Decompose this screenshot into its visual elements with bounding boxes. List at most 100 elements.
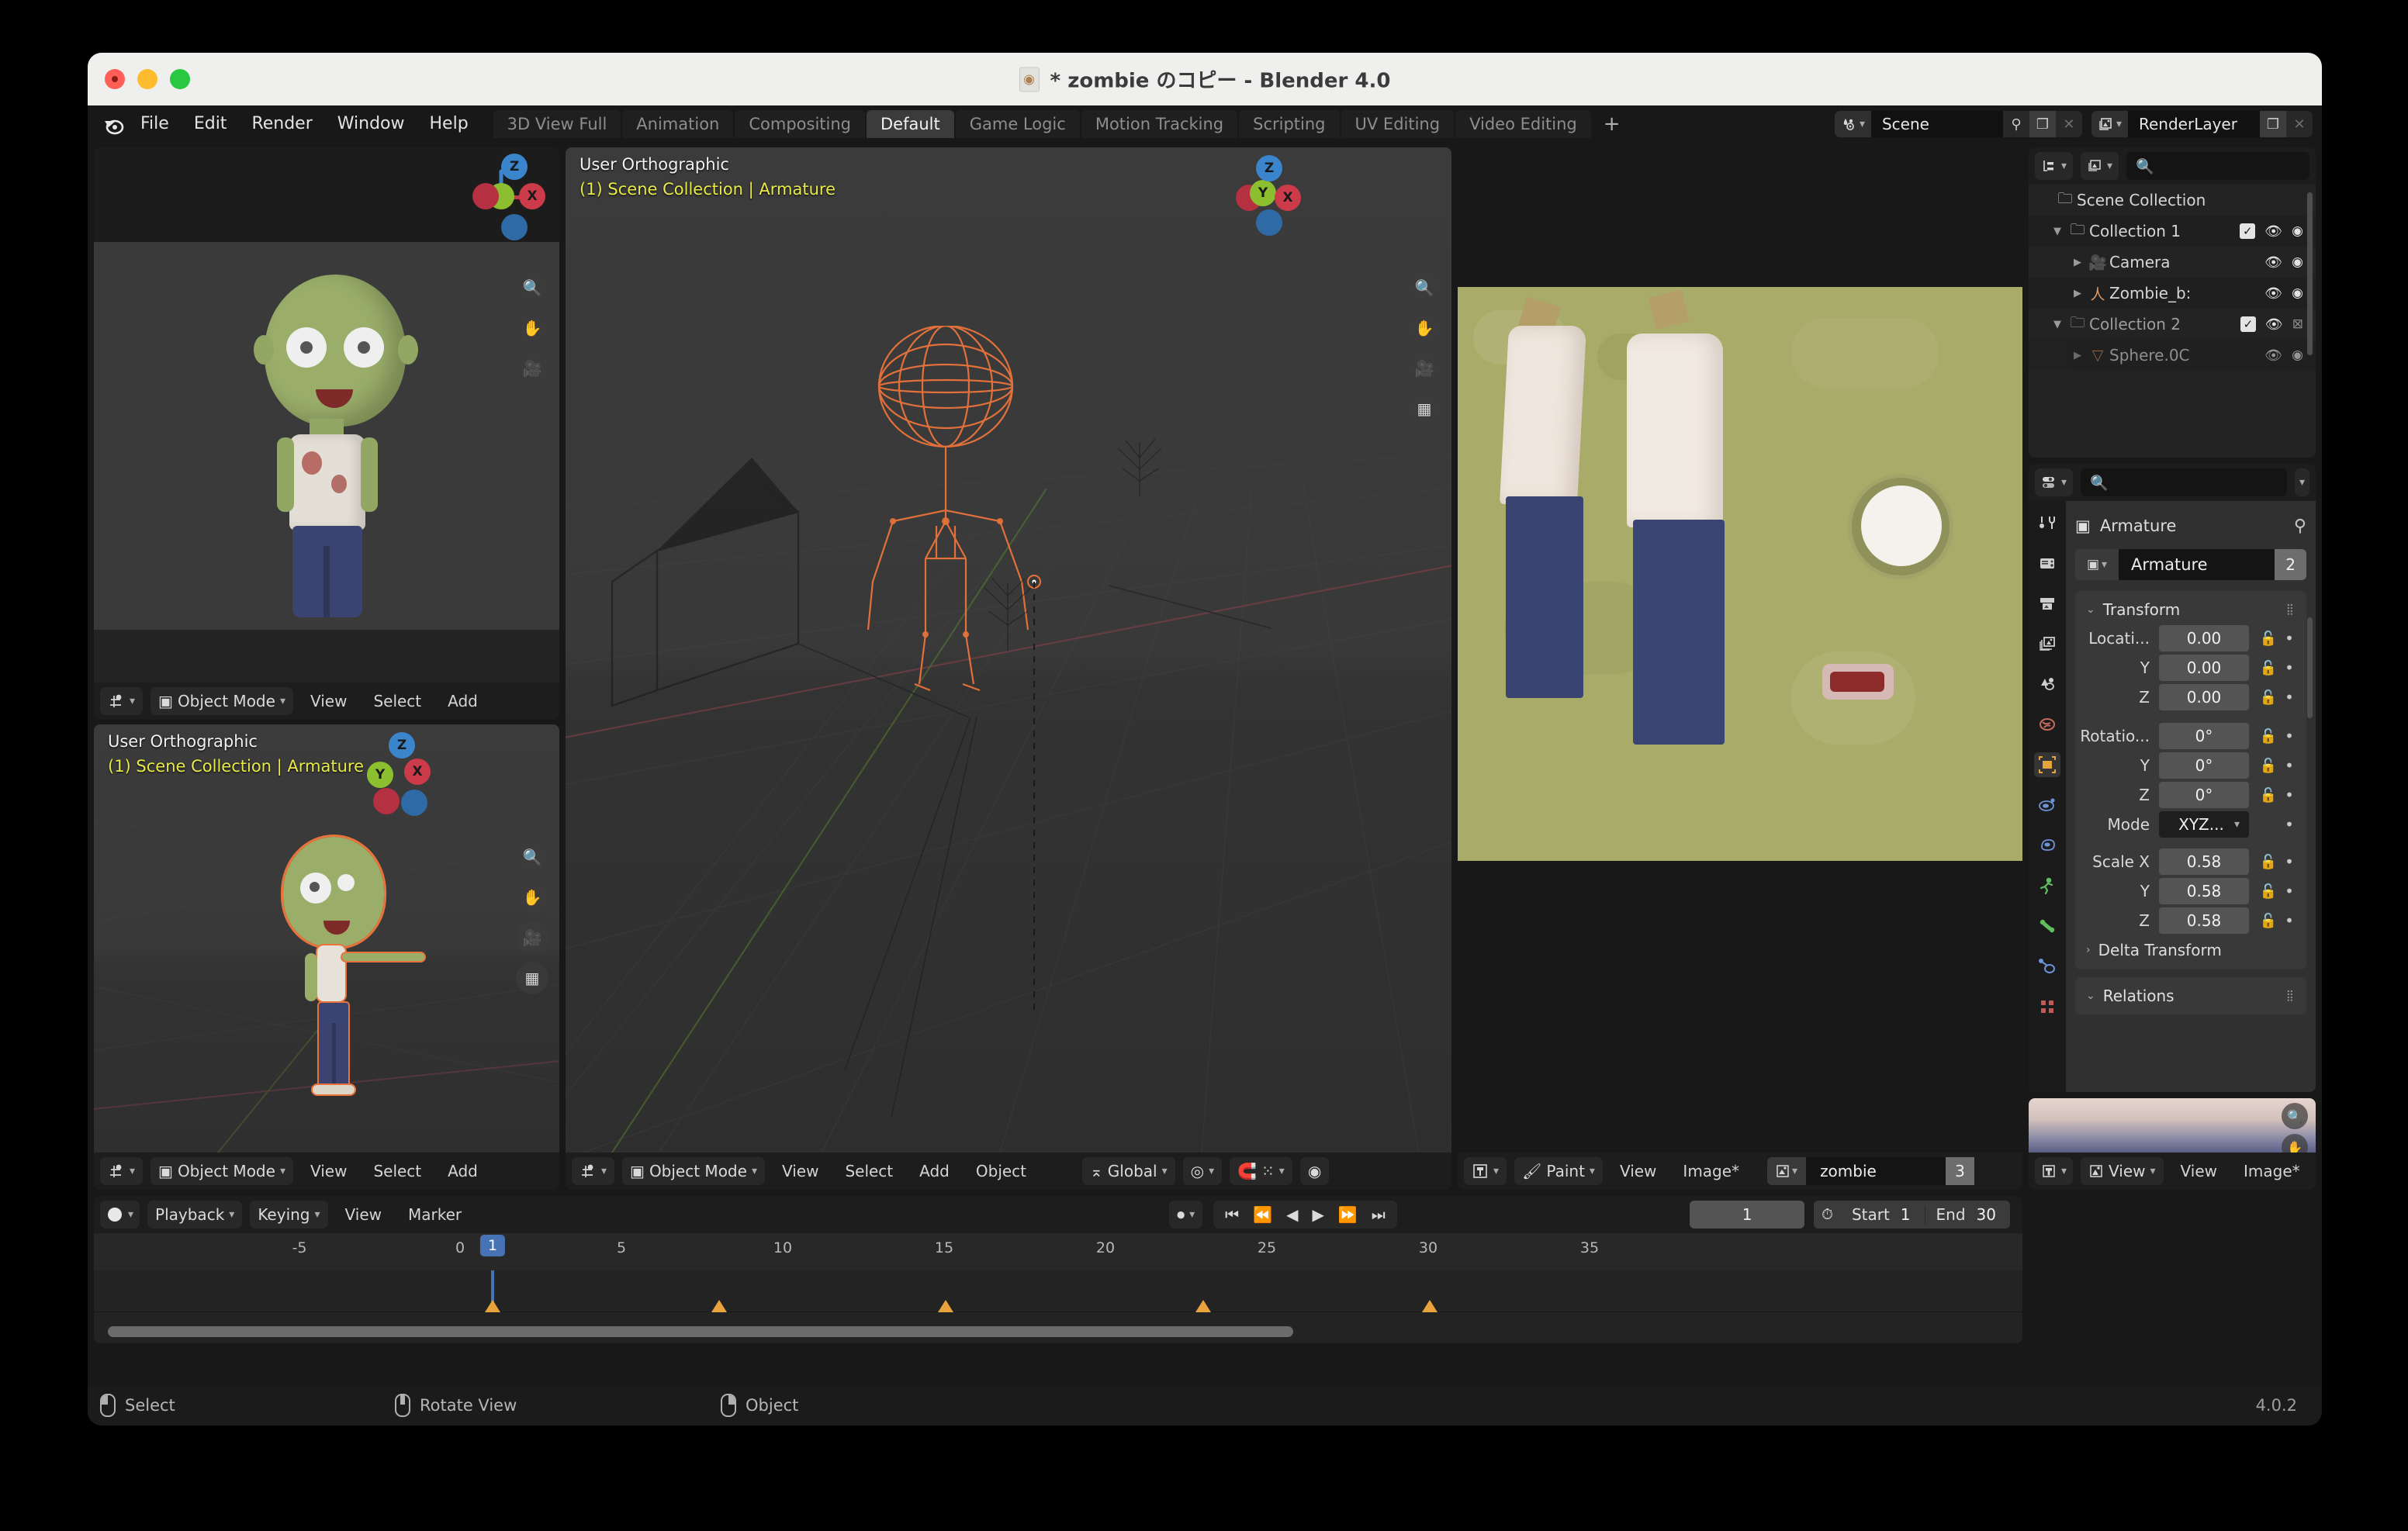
zoom-view-icon-main[interactable]: 🔍 xyxy=(1408,271,1441,304)
viewport-main-canvas[interactable]: User Orthographic (1) Scene Collection |… xyxy=(566,147,1451,1190)
properties-tab-view-layer[interactable] xyxy=(2034,631,2060,656)
properties-content[interactable]: ▣ Armature ⚲ ▣▾ Armature 2 ⌄ Transform xyxy=(2066,501,2316,1092)
editor-type-button-top-left[interactable]: ▾ xyxy=(100,687,143,715)
gizmo-axis-z-main[interactable]: Z xyxy=(1256,155,1282,181)
timeline-keying-menu[interactable]: Keying ▾ xyxy=(250,1201,327,1229)
jump-to-start-icon[interactable]: ⏮ xyxy=(1218,1205,1246,1224)
keyframe-marker-1[interactable] xyxy=(485,1300,500,1312)
properties-tab-object[interactable] xyxy=(2034,752,2060,777)
animate-dot-scale-z[interactable]: • xyxy=(2280,911,2299,930)
properties-tab-object-data[interactable] xyxy=(2034,914,2060,938)
viewlayer-duplicate-icon[interactable]: ❐ xyxy=(2260,111,2286,137)
viewport-bottom-left[interactable]: User Orthographic (1) Scene Collection |… xyxy=(94,724,559,1190)
gizmo-axis-neg-z[interactable] xyxy=(501,214,528,240)
pin-id-icon[interactable]: ⚲ xyxy=(2294,517,2306,536)
viewport-menu-view-top-left[interactable]: View xyxy=(301,687,356,715)
menu-window[interactable]: Window xyxy=(325,105,417,143)
gizmo-axis-z-bl[interactable]: Z xyxy=(389,732,415,759)
gizmo-axis-x-main[interactable]: X xyxy=(1275,185,1301,211)
viewport-nav-buttons-top-left[interactable]: 🔍 ✋ 🎥 xyxy=(516,271,548,385)
transform-row-scale-y[interactable]: Y 0.58 🔓 • xyxy=(2075,876,2306,906)
move-view-icon[interactable]: ✋ xyxy=(516,312,548,344)
disable-in-render-camera-icon-2[interactable]: ◉ xyxy=(2292,254,2303,270)
interaction-mode-button-main[interactable]: ▣ Object Mode ▾ xyxy=(622,1157,765,1185)
editor-type-button-timeline[interactable]: ▾ xyxy=(100,1201,140,1229)
outliner-row-toggles-1[interactable]: ✓ 👁 ◉ xyxy=(2240,223,2316,240)
timeline-menu-marker[interactable]: Marker xyxy=(399,1201,471,1229)
delta-transform-subpanel[interactable]: › Delta Transform xyxy=(2075,935,2306,965)
transform-orientation-button[interactable]: ⌅ Global ▾ xyxy=(1082,1157,1175,1185)
properties-tab-scene[interactable] xyxy=(2034,672,2060,696)
relations-panel-grip-icon[interactable]: ⣿ xyxy=(2286,990,2296,1002)
workspace-tab-default[interactable]: Default xyxy=(867,110,954,138)
viewport-main[interactable]: User Orthographic (1) Scene Collection |… xyxy=(566,147,1451,1190)
timeline-horizontal-scrollbar[interactable] xyxy=(108,1326,1293,1337)
viewport-nav-buttons-bottom-left[interactable]: 🔍 ✋ 🎥 ▦ xyxy=(516,841,548,994)
viewport-menu-view-main[interactable]: View xyxy=(773,1157,828,1185)
keyframe-marker-15[interactable] xyxy=(938,1300,953,1312)
move-view-icon-main[interactable]: ✋ xyxy=(1408,312,1441,344)
toggle-ortho-icon-bl[interactable]: ▦ xyxy=(516,962,548,994)
exclude-checkbox-1[interactable]: ✓ xyxy=(2240,223,2255,239)
camera-view-icon-bl[interactable]: 🎥 xyxy=(516,921,548,954)
viewport-menu-add-bottom-left[interactable]: Add xyxy=(438,1157,487,1185)
camera-view-icon[interactable]: 🎥 xyxy=(516,352,548,385)
hide-in-viewport-eye-icon-3[interactable]: 👁 xyxy=(2264,285,2282,302)
editor-type-button-bottom-left[interactable]: ▾ xyxy=(100,1157,143,1185)
blender-logo-icon[interactable] xyxy=(99,109,128,139)
rotation-y-field[interactable]: 0° xyxy=(2159,752,2249,779)
gizmo-axis-z[interactable]: Z xyxy=(501,154,528,180)
lock-icon-rotation-y[interactable]: 🔓 xyxy=(2257,758,2280,774)
keyframe-marker-30[interactable] xyxy=(1422,1300,1438,1312)
viewlayer-name-field[interactable]: RenderLayer xyxy=(2128,111,2260,137)
transform-row-location-z[interactable]: Z 0.00 🔓 • xyxy=(2075,683,2306,712)
menu-file[interactable]: File xyxy=(128,105,182,143)
image-users-count[interactable]: 3 xyxy=(1946,1157,1974,1185)
lock-icon-location-z[interactable]: 🔓 xyxy=(2257,689,2280,706)
viewport-nav-buttons-main[interactable]: 🔍 ✋ 🎥 ▦ xyxy=(1408,271,1441,425)
zoom-view-icon-bl[interactable]: 🔍 xyxy=(516,841,548,873)
timeline-playback-menu[interactable]: Playback ▾ xyxy=(147,1201,242,1229)
image-editor-canvas[interactable] xyxy=(1458,147,2022,1153)
rotation-mode-dropdown[interactable]: XYZ... ▾ xyxy=(2159,811,2249,838)
viewlayer-browse-icon[interactable]: ▾ xyxy=(2091,111,2128,137)
move-view-icon-bl[interactable]: ✋ xyxy=(516,881,548,914)
viewport-top-left[interactable]: X Z 🔍 ✋ 🎥 ▾ xyxy=(94,147,559,720)
workspace-tab-uv-editing[interactable]: UV Editing xyxy=(1341,110,1455,138)
transform-row-rotation-z[interactable]: Z 0° 🔓 • xyxy=(2075,780,2306,810)
animate-dot-location-y[interactable]: • xyxy=(2280,658,2299,677)
outliner-row-sphere[interactable]: ▶ ▽ Sphere.0C 👁 ◉ xyxy=(2029,340,2316,371)
scale-x-field[interactable]: 0.58 xyxy=(2159,848,2249,875)
transform-panel[interactable]: ⌄ Transform ⣿ Locati... 0.00 🔓 • Y xyxy=(2075,591,2306,969)
relations-panel-header[interactable]: ⌄ Relations ⣿ xyxy=(2075,982,2306,1010)
animate-dot-scale-x[interactable]: • xyxy=(2280,852,2299,871)
expander-icon-1[interactable]: ▼ xyxy=(2049,226,2066,237)
properties-tab-modifier[interactable] xyxy=(2034,793,2060,817)
gizmo-axis-y-main[interactable]: Y xyxy=(1250,180,1276,206)
timeline-ruler[interactable]: -5 0 5 10 15 20 25 30 35 1 xyxy=(94,1233,2022,1270)
jump-to-end-icon[interactable]: ⏭ xyxy=(1365,1205,1393,1224)
properties-tab-physics[interactable] xyxy=(2034,833,2060,858)
workspace-tab-motion-tracking[interactable]: Motion Tracking xyxy=(1081,110,1237,138)
image-editor-menu-image[interactable]: Image* xyxy=(1673,1157,1749,1185)
outliner-row-zombie-base[interactable]: ▶ 人 Zombie_b: 👁 ◉ xyxy=(2029,278,2316,309)
image-preview-menu-view[interactable]: View xyxy=(2171,1157,2226,1185)
snapping-button[interactable]: 🧲 ⁙ ▾ xyxy=(1230,1157,1292,1185)
properties-tab-constraint[interactable] xyxy=(2034,873,2060,898)
editor-type-button-preview[interactable]: ▾ xyxy=(2035,1157,2073,1185)
timeline-frame-fields[interactable]: 1 ⏱ Start 1 End 30 xyxy=(1690,1201,2016,1229)
viewport-menu-select-bottom-left[interactable]: Select xyxy=(364,1157,431,1185)
workspace-tab-animation[interactable]: Animation xyxy=(622,110,733,138)
properties-filter-button[interactable]: ▾ xyxy=(2295,468,2309,496)
interaction-mode-button-top-left[interactable]: ▣ Object Mode ▾ xyxy=(150,687,293,715)
disable-in-render-camera-icon-5[interactable]: ◉ xyxy=(2292,347,2303,363)
menu-render[interactable]: Render xyxy=(239,105,324,143)
outliner-tree[interactable]: 🗀 Scene Collection ▼ 🗀 Collection 1 ✓ 👁 … xyxy=(2029,185,2316,458)
gizmo-axis-neg-x[interactable] xyxy=(472,183,499,209)
relations-chevron-down-icon[interactable]: ⌄ xyxy=(2086,990,2095,1002)
outliner-row-toggles-4[interactable]: ✓ 👁 ⊠ xyxy=(2240,316,2316,333)
properties-editor[interactable]: ▾ 🔍 ▾ xyxy=(2029,464,2316,1092)
current-frame-field[interactable]: 1 xyxy=(1690,1201,1804,1229)
play-reverse-icon[interactable]: ◀ xyxy=(1279,1205,1305,1224)
viewport-axis-gizmo-bottom-left[interactable]: Y X Z xyxy=(350,731,435,816)
